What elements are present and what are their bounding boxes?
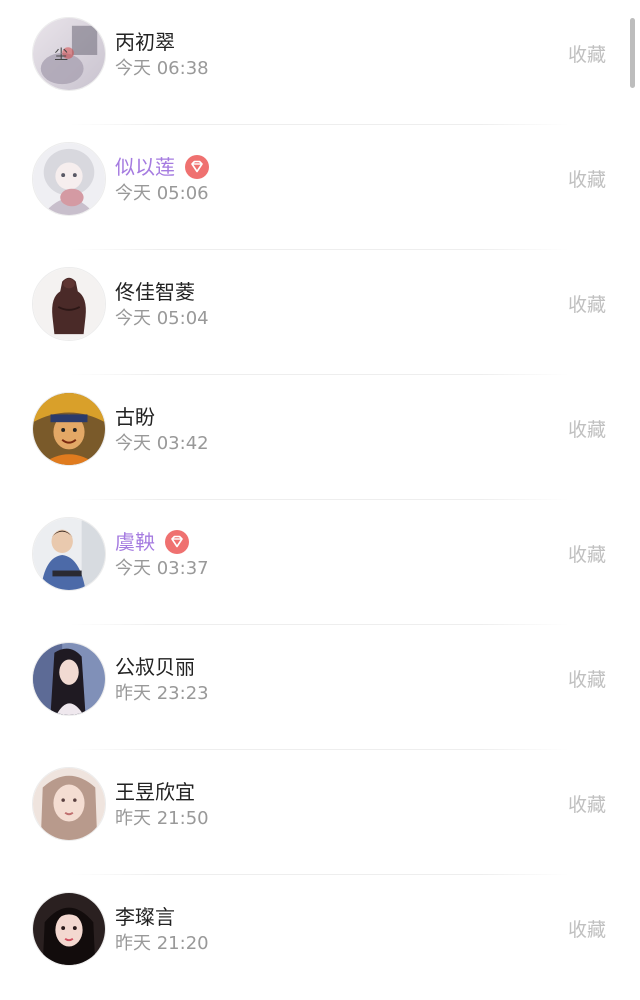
timestamp: 昨天 21:20 xyxy=(115,933,209,954)
timestamp: 今天 03:42 xyxy=(115,433,209,454)
scrollbar[interactable] xyxy=(630,18,635,88)
avatar[interactable] xyxy=(32,642,106,716)
user-list: 尘 丙初翠 今天 06:38 收藏 似以莲 今天 05:06 收藏 佟佳智菱 今… xyxy=(0,0,640,980)
favorite-button[interactable]: 收藏 xyxy=(568,415,606,445)
list-item[interactable]: 尘 丙初翠 今天 06:38 收藏 xyxy=(0,0,640,125)
favorite-button[interactable]: 收藏 xyxy=(568,165,606,195)
favorite-button[interactable]: 收藏 xyxy=(568,540,606,570)
timestamp: 今天 03:37 xyxy=(115,558,209,579)
avatar[interactable] xyxy=(32,517,106,591)
timestamp: 昨天 21:50 xyxy=(115,808,209,829)
favorite-button[interactable]: 收藏 xyxy=(568,40,606,70)
timestamp: 今天 05:04 xyxy=(115,308,209,329)
vip-diamond-icon xyxy=(184,154,210,180)
timestamp: 昨天 23:23 xyxy=(115,683,209,704)
vip-diamond-icon xyxy=(164,529,190,555)
avatar[interactable] xyxy=(32,142,106,216)
user-name: 公叔贝丽 xyxy=(115,655,195,679)
user-name: 似以莲 xyxy=(115,155,175,179)
avatar[interactable] xyxy=(32,267,106,341)
user-name: 丙初翠 xyxy=(115,30,175,54)
list-item[interactable]: 佟佳智菱 今天 05:04 收藏 xyxy=(0,250,640,375)
list-item[interactable]: 李璨言 昨天 21:20 收藏 xyxy=(0,875,640,1000)
list-item[interactable]: 古盼 今天 03:42 收藏 xyxy=(0,375,640,500)
avatar[interactable] xyxy=(32,392,106,466)
favorite-button[interactable]: 收藏 xyxy=(568,915,606,945)
timestamp: 今天 06:38 xyxy=(115,58,209,79)
list-item[interactable]: 公叔贝丽 昨天 23:23 收藏 xyxy=(0,625,640,750)
user-name: 李璨言 xyxy=(115,905,175,929)
svg-text:尘: 尘 xyxy=(54,47,68,63)
user-name: 古盼 xyxy=(115,405,155,429)
favorite-button[interactable]: 收藏 xyxy=(568,790,606,820)
user-name: 虞鞅 xyxy=(115,530,155,554)
list-item[interactable]: 似以莲 今天 05:06 收藏 xyxy=(0,125,640,250)
timestamp: 今天 05:06 xyxy=(115,183,209,204)
list-item[interactable]: 虞鞅 今天 03:37 收藏 xyxy=(0,500,640,625)
user-name: 王昱欣宜 xyxy=(115,780,195,804)
avatar[interactable]: 尘 xyxy=(32,17,106,91)
favorite-button[interactable]: 收藏 xyxy=(568,665,606,695)
avatar[interactable] xyxy=(32,767,106,841)
favorite-button[interactable]: 收藏 xyxy=(568,290,606,320)
avatar[interactable] xyxy=(32,892,106,966)
list-item[interactable]: 王昱欣宜 昨天 21:50 收藏 xyxy=(0,750,640,875)
user-name: 佟佳智菱 xyxy=(115,280,195,304)
